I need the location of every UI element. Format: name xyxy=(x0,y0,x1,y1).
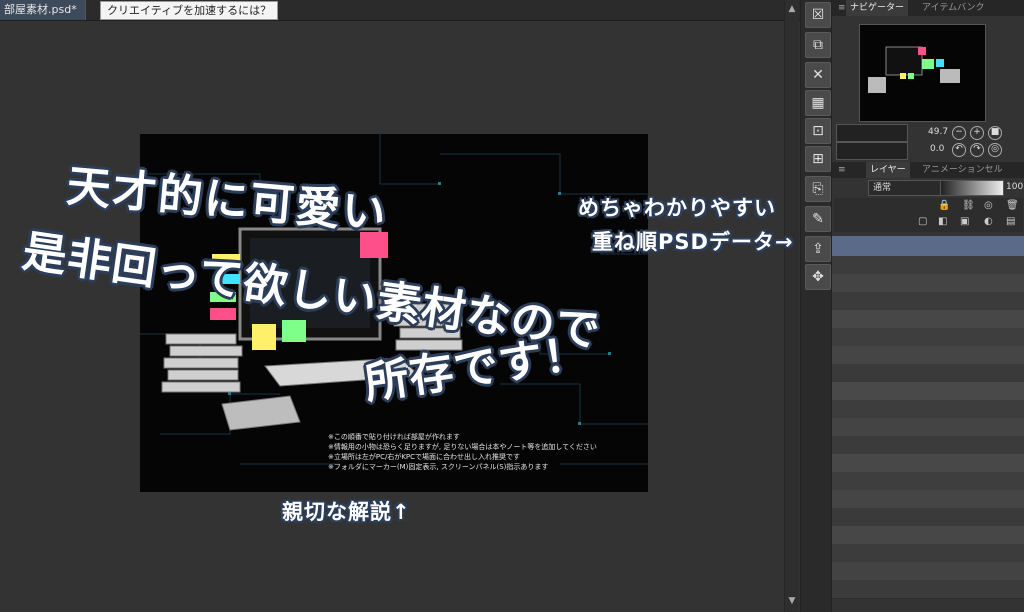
edit-icon[interactable]: ✎ xyxy=(805,206,831,232)
rotate-left-icon[interactable]: ↶ xyxy=(952,143,966,157)
tip-tab[interactable]: クリエイティブを加速するには？ xyxy=(100,1,279,20)
layer-row[interactable] xyxy=(832,256,1024,275)
right-panel: ≡ ナビゲーター アイテムバンク 49.7 0.0 − + ■ ↶ ↷ ◎ ≡ … xyxy=(831,0,1024,612)
zoom-slider[interactable] xyxy=(836,124,908,142)
tab-animation-cel[interactable]: アニメーションセル xyxy=(918,162,1007,178)
layer-row[interactable] xyxy=(832,562,1024,581)
layer-row[interactable] xyxy=(832,364,1024,383)
figure-icon[interactable]: ✥ xyxy=(805,264,831,290)
layer-row[interactable] xyxy=(832,418,1024,437)
scroll-up-icon[interactable]: ▲ xyxy=(785,2,799,16)
note-line: ※立場所は左がPC/右がKPCで場面に合わせ出し入れ推奨です xyxy=(328,453,521,461)
layer-row[interactable] xyxy=(832,490,1024,509)
mask-icon[interactable]: ◧ xyxy=(938,216,947,227)
transform-icon[interactable]: ⊡ xyxy=(805,118,831,144)
layer-tabs: ≡ レイヤー アニメーションセル xyxy=(832,162,1024,178)
layer-row[interactable] xyxy=(832,310,1024,329)
grid-icon[interactable]: ⊞ xyxy=(805,146,831,172)
tab-layer[interactable]: レイヤー xyxy=(866,162,910,178)
copy-icon[interactable]: ⧉ xyxy=(805,32,831,58)
note-line: ※フォルダにマーカー(M)固定表示, スクリーンパネル(S)指示あります xyxy=(328,463,549,471)
new-layer-icon[interactable]: ▢ xyxy=(918,216,927,227)
navigator-preview[interactable] xyxy=(859,24,986,122)
share-icon[interactable]: ⇪ xyxy=(805,236,831,262)
blend-mode-select[interactable]: 通常 xyxy=(868,180,944,196)
fill-icon[interactable]: ▦ xyxy=(805,90,831,116)
layer-row[interactable] xyxy=(832,274,1024,293)
layer-row[interactable] xyxy=(832,454,1024,473)
command-bar: ☒ ⧉ ✕ ▦ ⊡ ⊞ ⎘ ✎ ⇪ ✥ xyxy=(800,0,831,612)
reference-icon[interactable]: ◎ xyxy=(984,200,993,211)
tab-navigator[interactable]: ナビゲーター xyxy=(846,0,909,16)
opacity-value: 100 xyxy=(1006,182,1024,192)
rotate-slider[interactable] xyxy=(836,142,908,160)
merge-icon[interactable]: ◐ xyxy=(984,216,993,227)
note-line: ※この順番で貼り付ければ部屋が作れます xyxy=(328,433,460,441)
note-line: ※情報用の小物は恐らく足りますが, 足りない場合は本やノート等を追加してください xyxy=(328,443,597,451)
reset-rotation-icon[interactable]: ◎ xyxy=(988,143,1002,157)
opacity-slider[interactable] xyxy=(940,180,1004,196)
annotation-psd-line1: めちゃわかりやすい xyxy=(578,196,776,220)
clip-icon[interactable]: ⛓ xyxy=(962,200,975,211)
close-icon[interactable]: ✕ xyxy=(805,62,831,88)
document-tab[interactable]: 部屋素材.psd* xyxy=(0,0,86,20)
menu-icon[interactable]: ≡ xyxy=(834,162,850,178)
layer-toolbar: 🔒 ⛓ ◎ 🗑 ▢ ◧ ▣ ◐ ▤ xyxy=(834,198,1023,232)
layer-row[interactable] xyxy=(832,544,1024,563)
canvas-notes: ※この順番で貼り付ければ部屋が作れます ※情報用の小物は恐らく足りますが, 足り… xyxy=(328,432,638,472)
rotation-value: 0.0 xyxy=(930,144,945,154)
tab-item-bank[interactable]: アイテムバンク xyxy=(918,0,989,16)
clear-icon[interactable]: ☒ xyxy=(805,2,831,28)
layer-row[interactable] xyxy=(832,400,1024,419)
rotate-right-icon[interactable]: ↷ xyxy=(970,143,984,157)
fit-icon[interactable]: ■ xyxy=(988,126,1002,140)
layer-row[interactable] xyxy=(832,292,1024,311)
layer-settings-icon[interactable]: ▤ xyxy=(1006,216,1015,227)
annotation-explanation: 親切な解説↑ xyxy=(282,500,411,524)
annotation-psd-line2: 重ね順PSDデータ→ xyxy=(592,230,794,254)
layer-row[interactable] xyxy=(832,580,1024,599)
layer-row[interactable] xyxy=(832,328,1024,347)
layer-row[interactable] xyxy=(832,526,1024,545)
layer-row[interactable] xyxy=(832,508,1024,527)
folder-icon[interactable]: ▣ xyxy=(960,216,969,227)
vertical-scrollbar[interactable]: ▲ ▼ xyxy=(784,0,799,612)
layer-row[interactable] xyxy=(832,382,1024,401)
lock-icon[interactable]: 🔒 xyxy=(938,200,950,211)
zoom-value: 49.7 xyxy=(928,127,949,137)
layer-row[interactable] xyxy=(832,346,1024,365)
document-tab-bar: 部屋素材.psd* クリエイティブを加速するには？ xyxy=(0,0,800,21)
delete-icon[interactable]: 🗑 xyxy=(1006,200,1019,211)
paste-icon[interactable]: ⎘ xyxy=(805,176,831,202)
scroll-down-icon[interactable]: ▼ xyxy=(785,594,799,608)
layer-row-selected[interactable] xyxy=(832,236,1024,256)
navigator-tabs: ≡ ナビゲーター アイテムバンク xyxy=(832,0,1024,16)
zoom-out-icon[interactable]: − xyxy=(952,126,966,140)
zoom-in-icon[interactable]: + xyxy=(970,126,984,140)
layer-row[interactable] xyxy=(832,436,1024,455)
layer-row[interactable] xyxy=(832,472,1024,491)
